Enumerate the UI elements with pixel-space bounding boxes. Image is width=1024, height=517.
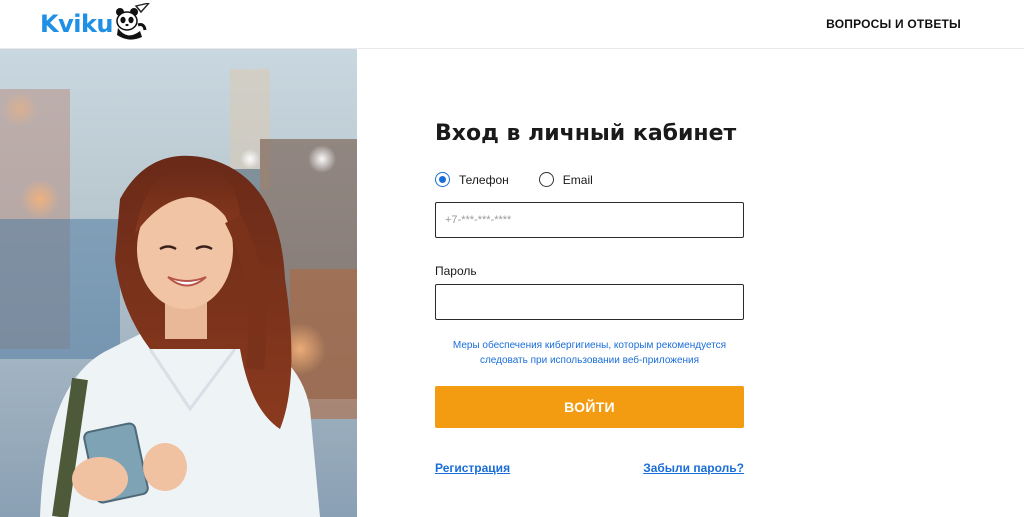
login-method-selector: Телефон Email bbox=[435, 172, 593, 187]
radio-email-label[interactable]: Email bbox=[563, 173, 593, 187]
login-button[interactable]: ВОЙТИ bbox=[435, 386, 744, 428]
woman-with-smartphone-photo bbox=[0, 49, 357, 517]
panda-mascot-icon bbox=[111, 1, 151, 46]
page-title: Вход в личный кабинет bbox=[435, 121, 737, 146]
logo-text: Kviku bbox=[40, 10, 114, 38]
radio-phone-label[interactable]: Телефон bbox=[459, 173, 509, 187]
register-link[interactable]: Регистрация bbox=[435, 461, 510, 475]
forgot-password-link[interactable]: Забыли пароль? bbox=[643, 461, 744, 475]
password-label: Пароль bbox=[435, 264, 477, 278]
radio-email[interactable] bbox=[538, 172, 554, 187]
cyber-hygiene-link[interactable]: Меры обеспечения кибергигиены, которым р… bbox=[435, 338, 744, 368]
faq-link[interactable]: ВОПРОСЫ И ОТВЕТЫ bbox=[826, 17, 961, 31]
top-header: Kviku ВОПРОСЫ И ОТВЕТЫ bbox=[0, 0, 1024, 49]
password-input[interactable] bbox=[435, 284, 744, 320]
phone-input[interactable] bbox=[435, 202, 744, 238]
kviku-logo[interactable]: Kviku bbox=[40, 1, 151, 42]
radio-phone[interactable] bbox=[435, 172, 450, 187]
